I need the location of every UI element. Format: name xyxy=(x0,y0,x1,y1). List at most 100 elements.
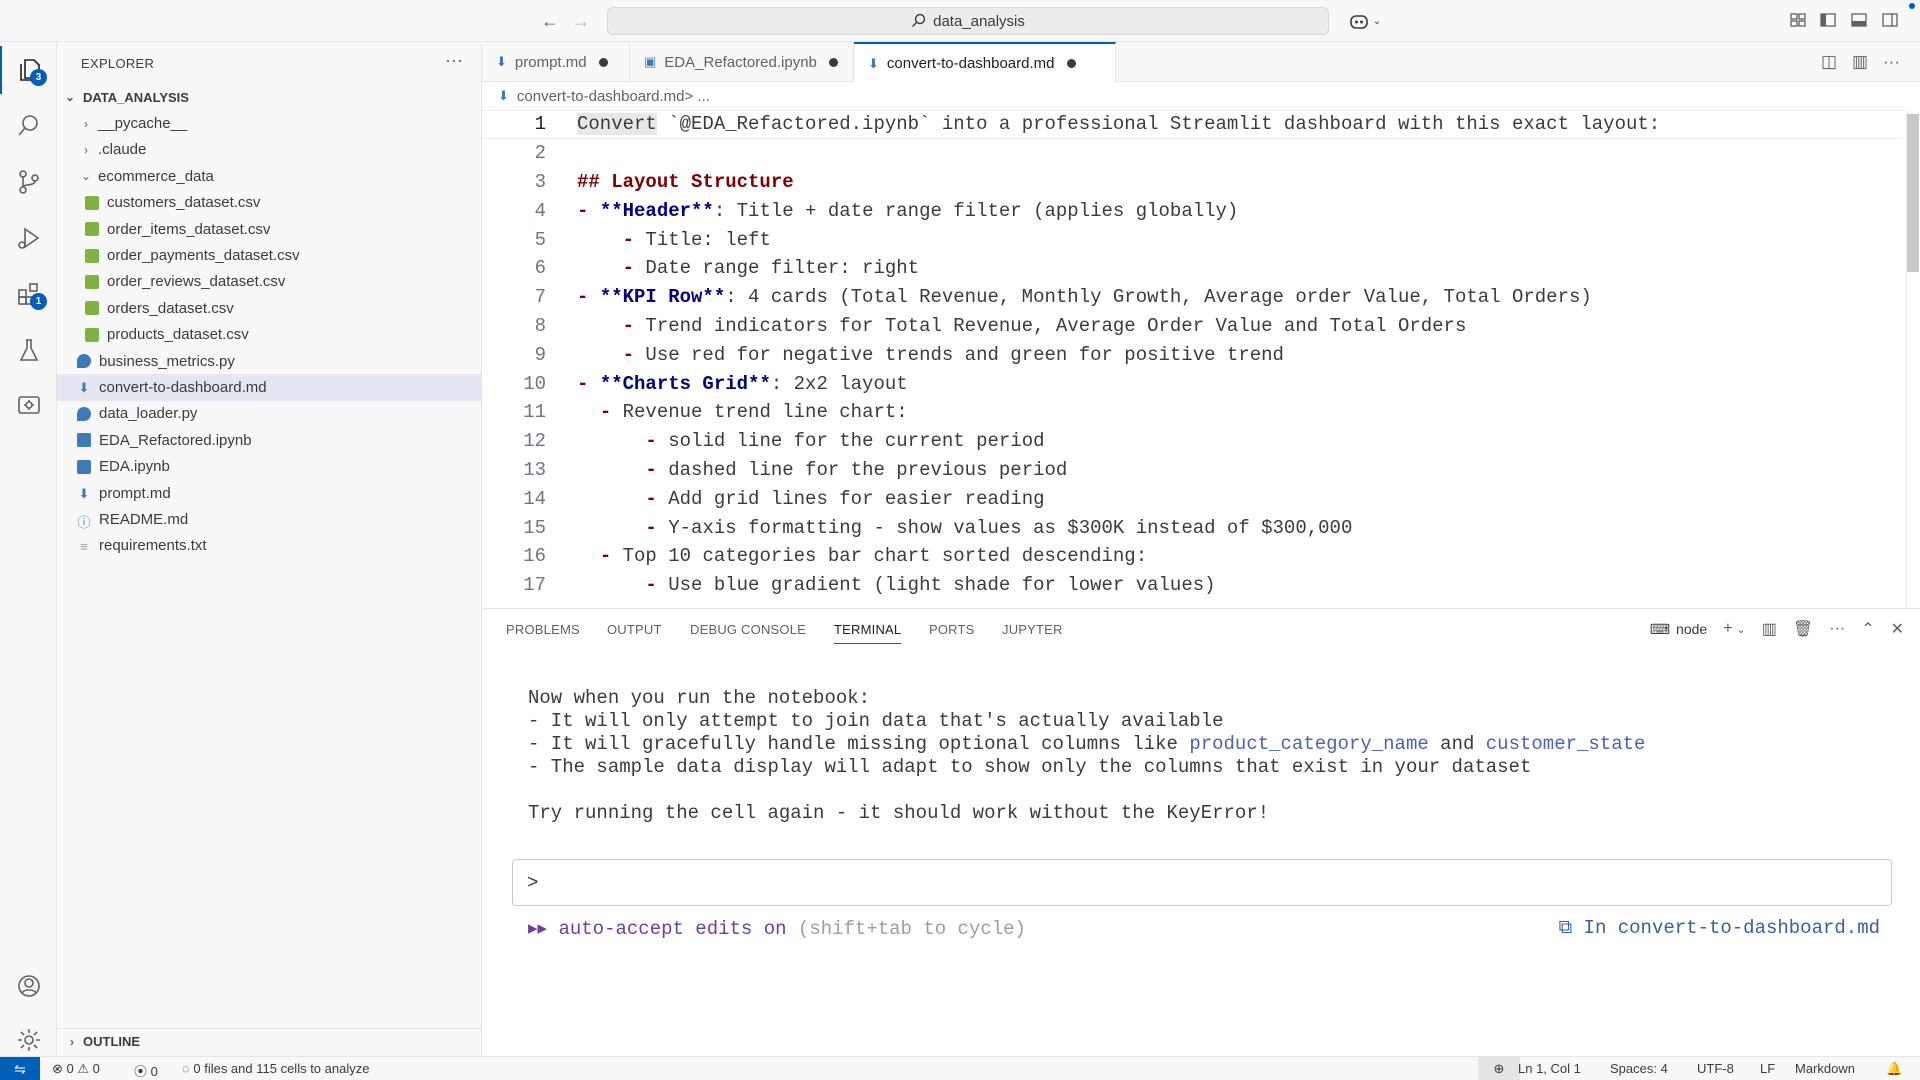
tree-file[interactable]: EDA_Refactored.ipynb xyxy=(57,427,481,453)
tree-file[interactable]: order_items_dataset.csv xyxy=(57,216,481,242)
tree-file[interactable]: order_reviews_dataset.csv xyxy=(57,269,481,295)
toggle-panel-icon[interactable] xyxy=(1850,11,1868,29)
unsaved-dot-icon[interactable] xyxy=(598,57,608,67)
more-actions-icon[interactable]: ··· xyxy=(1883,52,1900,72)
code-line[interactable]: 12 - solid line for the current period xyxy=(482,427,1902,456)
code-line[interactable]: 9 - Use red for negative trends and gree… xyxy=(482,340,1902,369)
zoom-icon[interactable]: ⊕ xyxy=(1478,1057,1520,1080)
breadcrumb-more[interactable]: > ... xyxy=(685,88,710,105)
tree-file[interactable]: customers_dataset.csv xyxy=(57,190,481,216)
code-line[interactable]: 5 - Title: left xyxy=(482,225,1902,254)
command-center-search[interactable]: data_analysis xyxy=(607,7,1329,35)
code-line[interactable]: 14 - Add grid lines for easier reading xyxy=(482,484,1902,513)
cursor-position[interactable]: Ln 1, Col 1 xyxy=(1518,1061,1581,1076)
back-arrow-icon[interactable]: ← xyxy=(537,8,563,34)
testing-activity[interactable] xyxy=(0,326,57,374)
split-editor-icon[interactable]: ▥ xyxy=(1852,52,1868,72)
code-line[interactable]: 2 xyxy=(482,139,1902,168)
tree-file[interactable]: data_loader.py xyxy=(57,401,481,427)
code-line[interactable]: 7 - **KPI Row**: 4 cards (Total Revenue, … xyxy=(482,283,1902,312)
markdown-icon: ⬇ xyxy=(498,88,509,103)
tree-file[interactable]: products_dataset.csv xyxy=(57,322,481,348)
editor-scrollbar[interactable] xyxy=(1906,110,1920,608)
ports-status[interactable]: ⦿ 0 xyxy=(134,1061,158,1080)
end-of-line[interactable]: LF xyxy=(1760,1061,1775,1076)
workspace-root[interactable]: ⌄ DATA_ANALYSIS xyxy=(57,84,481,110)
tree-folder[interactable]: › .claude xyxy=(57,137,481,163)
remote-indicator[interactable]: ⇋ xyxy=(0,1057,40,1080)
search-activity[interactable] xyxy=(0,102,57,150)
remote-explorer-activity[interactable] xyxy=(0,382,57,430)
tree-file[interactable]: order_payments_dataset.csv xyxy=(57,242,481,268)
code-line[interactable]: 8 - Trend indicators for Total Revenue, … xyxy=(482,312,1902,341)
run-debug-activity[interactable] xyxy=(0,214,57,262)
language-mode[interactable]: Markdown xyxy=(1795,1061,1855,1076)
new-terminal-icon[interactable]: + xyxy=(1723,620,1732,638)
panel-tab-debug-console[interactable]: DEBUG CONSOLE xyxy=(690,622,806,637)
code-line[interactable]: 13 - dashed line for the previous period xyxy=(482,456,1902,485)
tree-file[interactable]: ⬇ prompt.md xyxy=(57,480,481,506)
open-preview-icon[interactable]: ◫ xyxy=(1821,52,1837,72)
code-line[interactable]: 1 Convert `@EDA_Refactored.ipynb` into a … xyxy=(482,110,1902,139)
tree-file[interactable]: ≡ requirements.txt xyxy=(57,533,481,559)
code-line[interactable]: 16 - Top 10 categories bar chart sorted … xyxy=(482,542,1902,571)
accounts-activity[interactable] xyxy=(0,962,57,1010)
tree-folder[interactable]: ⌄ ecommerce_data xyxy=(57,163,481,189)
code-line[interactable]: 11 - Revenue trend line chart: xyxy=(482,398,1902,427)
analyze-status[interactable]: ◌ 0 files and 115 cells to analyze xyxy=(182,1061,369,1076)
ports-count: 0 xyxy=(150,1064,158,1079)
chevron-down-icon[interactable]: ⌄ xyxy=(1737,623,1746,636)
code-line[interactable]: 4 - **Header**: Title + date range filter… xyxy=(482,196,1902,225)
code-line[interactable]: 15 - Y-axis formatting - show values as … xyxy=(482,513,1902,542)
code-line[interactable]: 10 - **Charts Grid**: 2x2 layout xyxy=(482,369,1902,398)
indentation[interactable]: Spaces: 4 xyxy=(1610,1061,1668,1076)
scrollbar-thumb[interactable] xyxy=(1907,114,1919,272)
panel-tab-output[interactable]: OUTPUT xyxy=(607,622,662,637)
encoding[interactable]: UTF-8 xyxy=(1697,1061,1734,1076)
explorer-activity[interactable]: 3 xyxy=(0,46,57,94)
line-number: 4 xyxy=(534,199,546,222)
code-line[interactable]: 3 ## Layout Structure xyxy=(482,168,1902,197)
split-terminal-icon[interactable]: ▥ xyxy=(1762,619,1777,639)
terminal-prompt-input[interactable]: > xyxy=(512,859,1892,906)
source-control-activity[interactable] xyxy=(0,158,57,206)
problems-status[interactable]: ⊗ 0 ⚠ 0 xyxy=(52,1061,100,1077)
panel-tab-terminal[interactable]: TERMINAL xyxy=(834,622,902,644)
code-editor[interactable]: 1 Convert `@EDA_Refactored.ipynb` into a … xyxy=(482,110,1920,608)
auto-accept-status: ▸▸ auto-accept edits on (shift+tab to cy… xyxy=(528,917,1026,940)
toggle-secondary-sidebar-icon[interactable] xyxy=(1881,11,1899,29)
extensions-activity[interactable]: 1 xyxy=(0,270,57,318)
close-panel-icon[interactable]: ✕ xyxy=(1891,619,1904,639)
maximize-panel-icon[interactable]: ⌃ xyxy=(1861,619,1874,639)
explorer-more-actions[interactable]: ··· xyxy=(445,50,463,71)
terminal-shell-selector[interactable]: ⌨ node xyxy=(1650,621,1707,638)
copilot-button[interactable]: ⌄ xyxy=(1345,8,1385,34)
tree-file[interactable]: EDA.ipynb xyxy=(57,453,481,479)
toggle-primary-sidebar-icon[interactable] xyxy=(1819,11,1837,29)
tab-prompt-md[interactable]: ⬇ prompt.md xyxy=(482,42,630,82)
tree-item-label: ecommerce_data xyxy=(98,167,214,185)
tree-folder[interactable]: › __pycache__ xyxy=(57,110,481,136)
trash-icon[interactable]: 🗑 xyxy=(1793,619,1813,639)
bell-icon[interactable]: 🔔 xyxy=(1886,1061,1902,1077)
tab-convert-to-dashboard[interactable]: ⬇ convert-to-dashboard.md xyxy=(854,42,1116,83)
outline-section[interactable]: › OUTLINE xyxy=(57,1028,481,1054)
customize-layout-icon[interactable] xyxy=(1789,11,1807,29)
panel-tab-ports[interactable]: PORTS xyxy=(929,622,975,637)
unsaved-dot-icon[interactable] xyxy=(1066,59,1076,68)
tree-file[interactable]: ⓘ README.md xyxy=(57,506,481,532)
unsaved-dot-icon[interactable] xyxy=(828,57,838,67)
code-line[interactable]: 6 - Date range filter: right xyxy=(482,254,1902,283)
tree-item-label: order_reviews_dataset.csv xyxy=(107,273,286,291)
code-line[interactable]: 17 - Use blue gradient (light shade for … xyxy=(482,571,1902,600)
terminal-output[interactable]: Now when you run the notebook: - It will … xyxy=(528,687,1645,825)
tab-eda-refactored[interactable]: ▣ EDA_Refactored.ipynb xyxy=(630,42,854,82)
tree-file-selected[interactable]: ⬇ convert-to-dashboard.md xyxy=(57,374,481,401)
panel-tab-problems[interactable]: PROBLEMS xyxy=(506,622,580,637)
tree-file[interactable]: business_metrics.py xyxy=(57,348,481,374)
panel-tab-jupyter[interactable]: JUPYTER xyxy=(1002,622,1063,637)
tree-file[interactable]: orders_dataset.csv xyxy=(57,295,481,321)
breadcrumb-file[interactable]: convert-to-dashboard.md xyxy=(517,88,685,105)
forward-arrow-icon[interactable]: → xyxy=(568,8,594,34)
more-actions-icon[interactable]: ··· xyxy=(1829,620,1845,638)
